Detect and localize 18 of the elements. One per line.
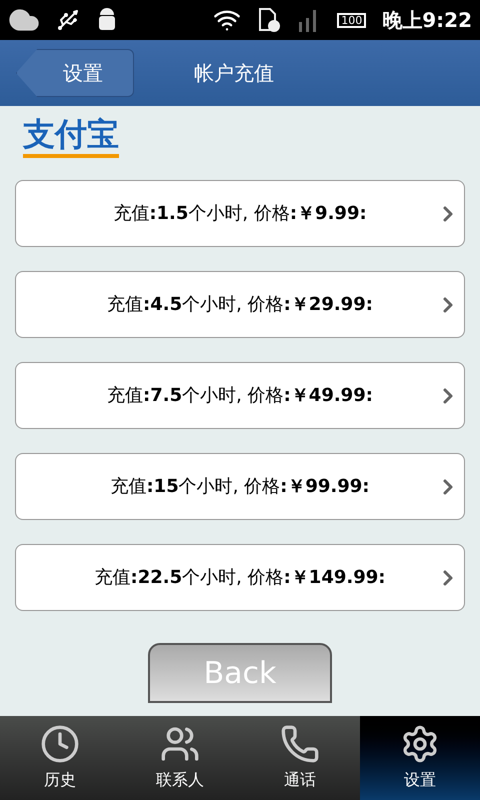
clock-icon xyxy=(40,724,80,764)
tab[interactable]: 联系人 xyxy=(120,716,240,800)
tab[interactable]: 历史 xyxy=(0,716,120,800)
page-title: 帐户充值 xyxy=(194,60,274,87)
usb-icon xyxy=(56,8,80,32)
recharge-option[interactable]: 充值:15个小时, 价格:￥99.99: xyxy=(15,453,465,520)
recharge-option[interactable]: 充值:1.5个小时, 价格:￥9.99: xyxy=(15,180,465,247)
sim-alert-icon xyxy=(257,7,282,33)
clock-time: 晚上9:22 xyxy=(382,7,472,34)
alipay-logo: 支付宝 xyxy=(23,118,119,158)
phone-icon xyxy=(280,724,320,764)
battery-icon: 100 xyxy=(337,12,366,28)
recharge-option[interactable]: 充值:4.5个小时, 价格:￥29.99: xyxy=(15,271,465,338)
recharge-option[interactable]: 充值:7.5个小时, 价格:￥49.99: xyxy=(15,362,465,429)
recharge-option[interactable]: 充值:22.5个小时, 价格:￥149.99: xyxy=(15,544,465,611)
tab[interactable]: 设置 xyxy=(360,716,480,800)
tab[interactable]: 通话 xyxy=(240,716,360,800)
back-button[interactable]: 设置 xyxy=(16,49,134,97)
